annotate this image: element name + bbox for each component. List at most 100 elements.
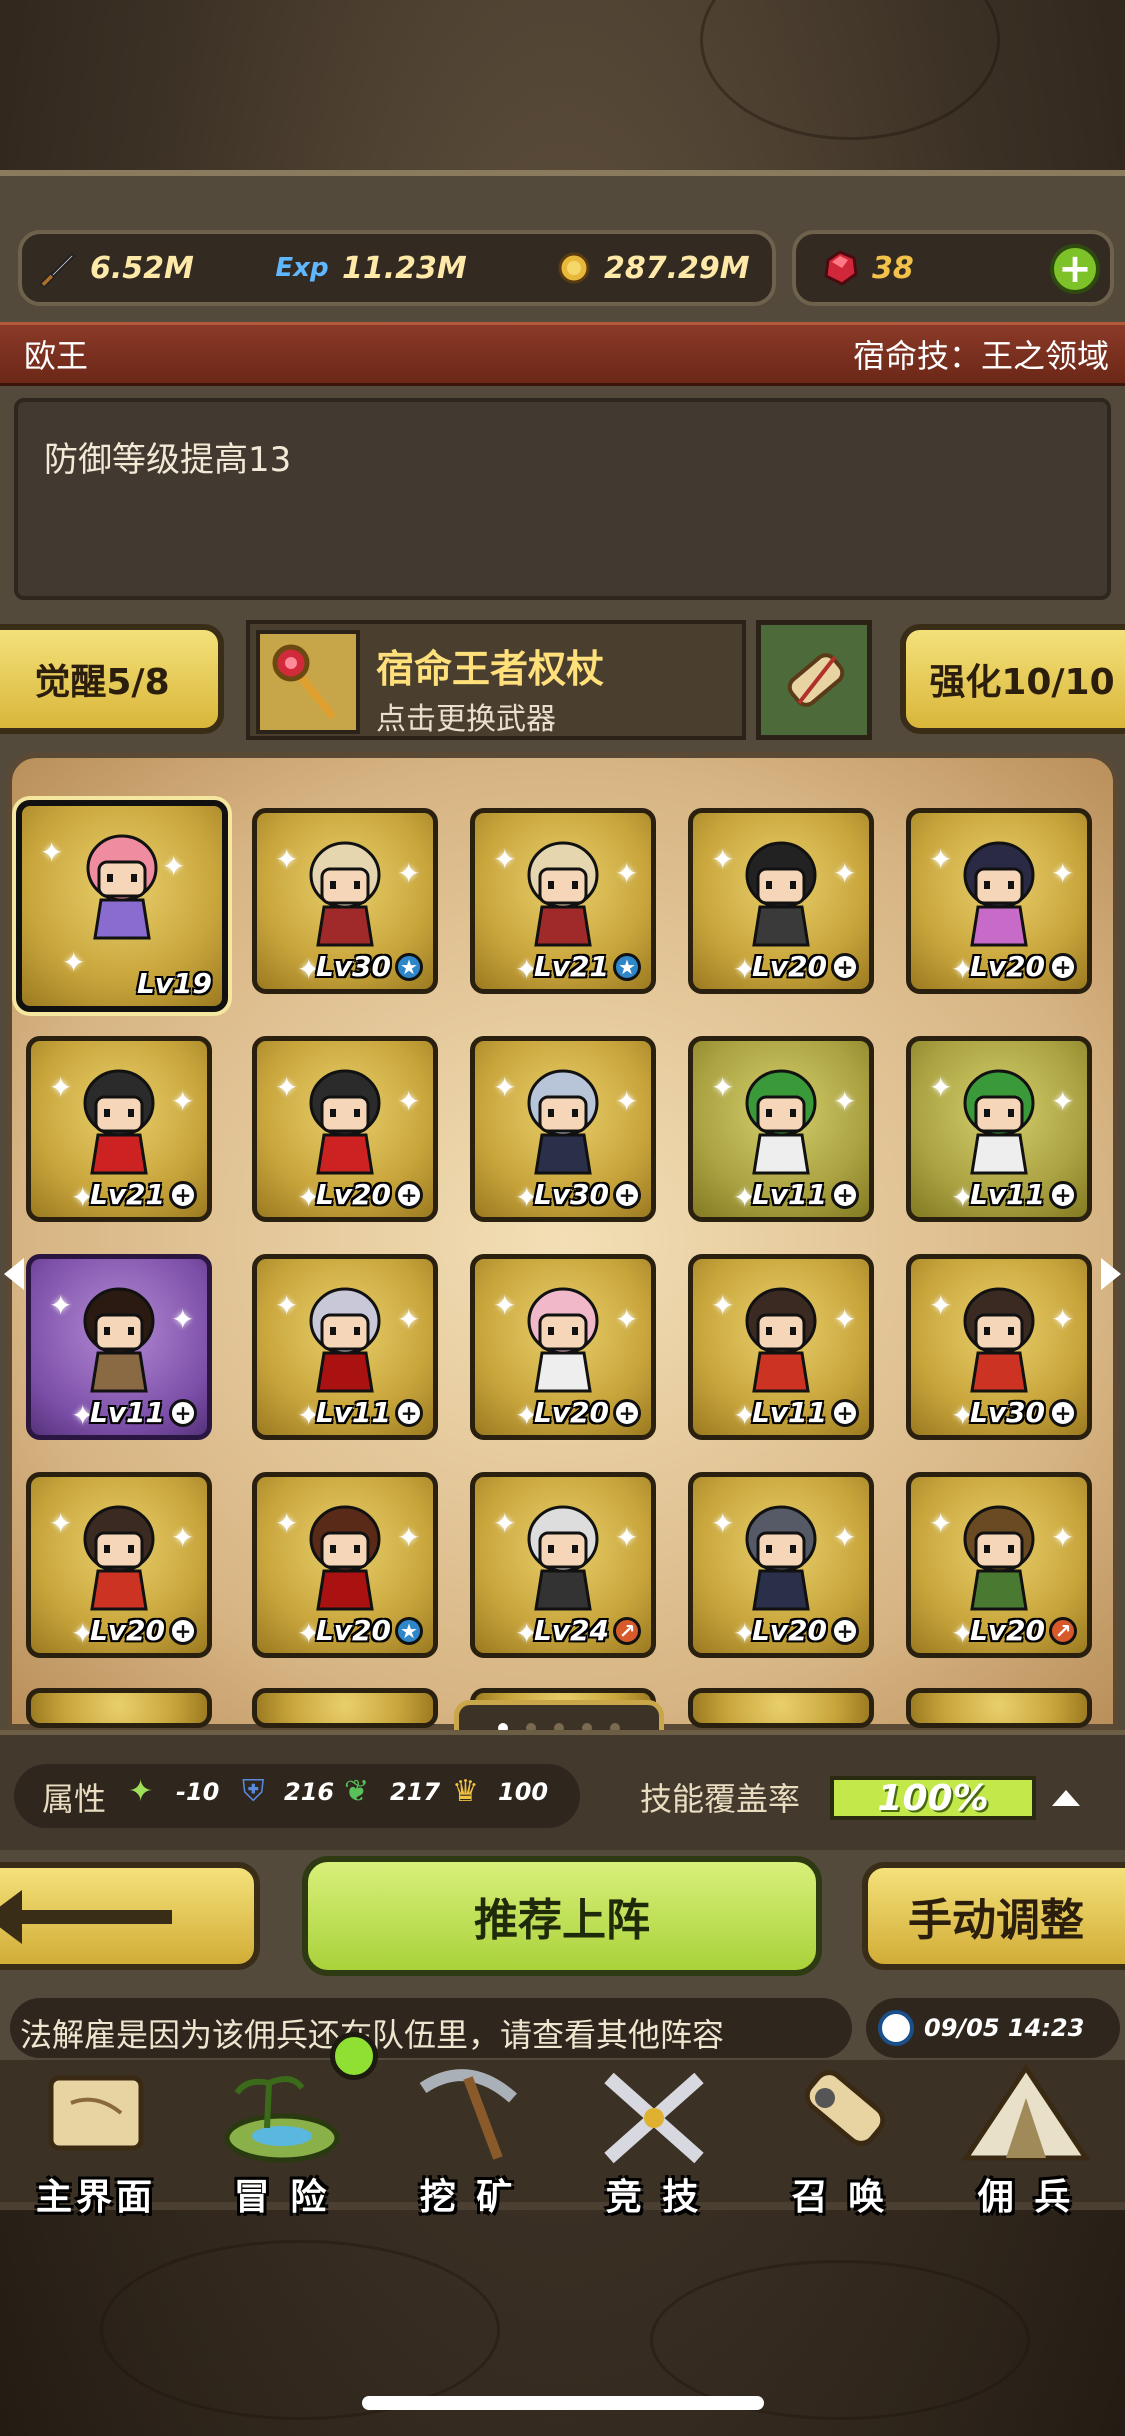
nav-item-5[interactable]: 佣 兵: [934, 2058, 1118, 2218]
enhance-button[interactable]: 强化10/10: [900, 624, 1125, 734]
hero-level: Lv11 +: [752, 1178, 859, 1211]
hero-card[interactable]: ✦ ✦ ✦ Lv20 ★: [252, 1472, 438, 1658]
upgrade-plus-icon: +: [169, 1398, 197, 1427]
shield-value: 216: [284, 1778, 335, 1806]
gold-resource: 287.29M: [550, 234, 750, 302]
map-contour: [700, 0, 1000, 140]
hero-card[interactable]: ✦ ✦ ✦ Lv20 ↗: [906, 1472, 1092, 1658]
recommend-lineup-button[interactable]: 推荐上阵: [302, 1856, 822, 1976]
nav-item-4[interactable]: 召 唤: [748, 2058, 932, 2218]
hero-level: Lv30 +: [970, 1396, 1077, 1429]
sparkle-icon: ✦: [397, 1521, 421, 1554]
sparkle-icon: ✦: [929, 1071, 953, 1104]
hero-card[interactable]: ✦ ✦ ✦ Lv11 +: [252, 1254, 438, 1440]
back-button[interactable]: [0, 1862, 260, 1970]
hero-card[interactable]: ✦ ✦ ✦ Lv30 ★: [252, 808, 438, 994]
hero-level: Lv11 +: [316, 1396, 423, 1429]
sparkle-icon: ✦: [493, 1507, 517, 1540]
hero-card[interactable]: ✦ ✦ ✦ Lv11 +: [906, 1036, 1092, 1222]
sparkle-icon: ✦: [1051, 857, 1075, 890]
sparkle-icon: ✦: [615, 1085, 639, 1118]
ruby-icon: [818, 246, 862, 290]
sparkle-icon: ✦: [929, 1289, 953, 1322]
recommend-label: 推荐上阵: [474, 1895, 650, 1946]
skill-coverage-label: 技能覆盖率: [640, 1780, 801, 1818]
hero-avatar: [527, 1287, 599, 1393]
map-scroll-icon: [48, 2075, 144, 2151]
add-gems-button[interactable]: +: [1050, 244, 1100, 294]
upgrade-plus-icon: +: [169, 1616, 197, 1645]
expand-caret-icon[interactable]: [1052, 1790, 1080, 1806]
page-left-arrow[interactable]: [4, 1258, 24, 1290]
hero-level: Lv19: [137, 967, 212, 1000]
sparkle-icon: ✦: [49, 1071, 73, 1104]
promote-arrow-icon: ↗: [1049, 1616, 1077, 1645]
hero-card[interactable]: ✦ ✦ ✦ Lv30 +: [470, 1036, 656, 1222]
sparkle-icon: ✦: [162, 850, 186, 883]
sparkle-icon: ✦: [40, 836, 64, 869]
hero-card[interactable]: ✦ ✦ ✦ Lv20 +: [470, 1254, 656, 1440]
sparkle-icon: ✦: [1051, 1303, 1075, 1336]
hero-avatar: [309, 1505, 381, 1611]
hero-card[interactable]: ✦ ✦ ✦ Lv11 +: [26, 1254, 212, 1440]
leaf-icon: ❦: [344, 1774, 370, 1809]
hero-card[interactable]: ✦ ✦ ✦ Lv20 +: [688, 1472, 874, 1658]
hero-card[interactable]: ✦ ✦ ✦ Lv21 +: [26, 1036, 212, 1222]
hero-level-text: Lv11: [969, 1178, 1045, 1211]
nav-item-0[interactable]: 主界面: [4, 2058, 188, 2218]
hero-card[interactable]: ✦ ✦ ✦ Lv20 +: [26, 1472, 212, 1658]
hero-level: Lv20 +: [752, 1614, 859, 1647]
sparkle-icon: ✦: [1051, 1521, 1075, 1554]
sparkle-icon: ✦: [171, 1303, 195, 1336]
hero-avatar: [309, 1287, 381, 1393]
hero-card[interactable]: ✦ ✦ ✦ Lv11 +: [688, 1254, 874, 1440]
sparkle-icon: ✦: [275, 1071, 299, 1104]
summon-scroll-icon: [804, 2070, 886, 2146]
upgrade-plus-icon: +: [169, 1180, 197, 1209]
sparkle-icon: ✦: [397, 1303, 421, 1336]
hero-avatar: [83, 1505, 155, 1611]
sparkle-icon: ✦: [615, 1521, 639, 1554]
star-badge-icon: ★: [395, 952, 423, 981]
sparkle-icon: ✦: [711, 843, 735, 876]
scroll-item-slot[interactable]: [756, 620, 872, 740]
resource-bar: 6.52M Exp 11.23M 287.29M: [18, 230, 776, 306]
nav-item-2[interactable]: 挖 矿: [376, 2058, 560, 2218]
hero-avatar: [963, 1287, 1035, 1393]
sparkle-icon: ✦: [1051, 1085, 1075, 1118]
hero-level-text: Lv30: [969, 1396, 1045, 1429]
hero-card[interactable]: ✦ ✦ ✦ Lv19: [16, 800, 228, 1012]
sparkle-icon: ✦: [929, 1507, 953, 1540]
fate-skill: 宿命技：王之领域: [852, 337, 1109, 375]
nav-item-3[interactable]: 竞 技: [562, 2058, 746, 2218]
upgrade-plus-icon: +: [395, 1398, 423, 1427]
hero-card[interactable]: ✦ ✦ ✦ Lv24 ↗: [470, 1472, 656, 1658]
gem-value: 38: [872, 250, 914, 286]
sparkle-icon: ✦: [615, 857, 639, 890]
weapon-slot[interactable]: 宿命王者权杖 点击更换武器: [246, 620, 746, 740]
nav-label: 召 唤: [791, 2177, 889, 2218]
sparkle-icon: ✦: [275, 1507, 299, 1540]
sparkle-icon: ✦: [493, 843, 517, 876]
hero-card[interactable]: ✦ ✦ ✦ Lv20 +: [688, 808, 874, 994]
hero-card[interactable]: ✦ ✦ ✦ Lv20 +: [252, 1036, 438, 1222]
home-indicator[interactable]: [362, 2396, 764, 2410]
nav-item-1[interactable]: 冒 险: [190, 2058, 374, 2218]
upgrade-plus-icon: +: [1049, 1180, 1077, 1209]
awaken-button[interactable]: 觉醒5/8: [0, 624, 224, 734]
hero-card[interactable]: ✦ ✦ ✦ Lv11 +: [688, 1036, 874, 1222]
nav-label: 冒 险: [233, 2177, 331, 2218]
timestamp: 09/05 14:23: [924, 2014, 1085, 2042]
page-right-arrow[interactable]: [1101, 1258, 1121, 1290]
hero-level-text: Lv11: [315, 1396, 391, 1429]
sparkle-icon: ✦: [493, 1071, 517, 1104]
hero-card[interactable]: ✦ ✦ ✦ Lv20 +: [906, 808, 1092, 994]
nav-label: 佣 兵: [977, 2177, 1075, 2218]
sparkle-icon: ✦: [833, 857, 857, 890]
sparkle-icon: ✦: [711, 1507, 735, 1540]
manual-adjust-button[interactable]: 手动调整: [862, 1862, 1125, 1970]
hero-avatar: [963, 1069, 1035, 1175]
wind-value: -10: [176, 1778, 220, 1806]
hero-card[interactable]: ✦ ✦ ✦ Lv30 +: [906, 1254, 1092, 1440]
hero-card[interactable]: ✦ ✦ ✦ Lv21 ★: [470, 808, 656, 994]
